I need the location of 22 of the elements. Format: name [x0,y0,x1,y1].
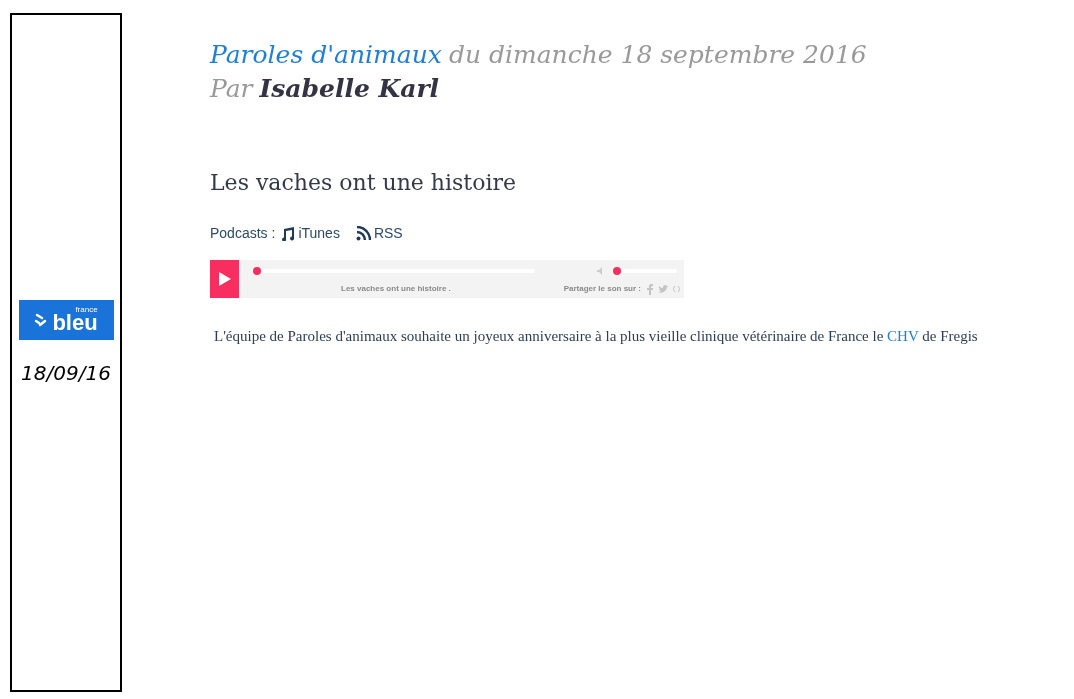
music-note-icon [281,226,296,241]
date-label: 18/09/16 [21,360,111,387]
volume-handle[interactable] [613,267,621,275]
logo-subtext: france [75,306,98,314]
logo-text: bleu [52,312,98,334]
podcast-link[interactable]: RSS [355,223,403,244]
share-label: Partager le son sur : [563,283,641,295]
podcasts-label: Podcasts : [210,224,276,243]
rss-icon [355,226,371,241]
broadcast-date: du dimanche 18 septembre 2016 [448,39,867,71]
author-name: Isabelle Karl [259,73,440,105]
play-button[interactable] [210,260,239,298]
show-link[interactable]: Paroles d'animaux [210,38,442,72]
chv-link[interactable]: CHV [887,328,919,344]
play-icon [218,272,231,286]
progress-handle[interactable] [253,267,261,275]
article-title: Les vaches ont une histoire [210,169,517,197]
track-title: Les vaches ont une histoire . [341,283,451,295]
speaker-icon [597,267,605,275]
podcast-link[interactable]: iTunes [281,223,340,244]
by-label: Par [210,73,253,105]
article-paragraph: L'équipe de Paroles d'animaux souhaite un joyeux anniversaire à la plus vieille clinique vétérinaire de France le CHV de Fregis [213,327,979,346]
